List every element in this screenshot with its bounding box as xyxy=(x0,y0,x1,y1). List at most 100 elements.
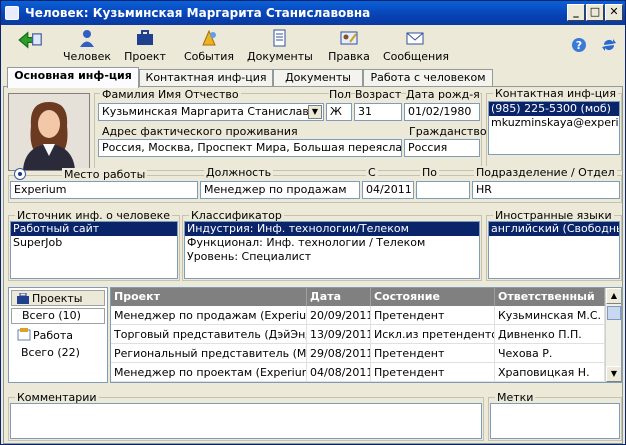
table-cell[interactable]: Претендент xyxy=(371,344,495,363)
tab-main-info[interactable]: Основная инф-ция xyxy=(7,67,139,88)
table-cell[interactable]: Претендент xyxy=(371,363,495,382)
citizenship-label: Гражданство xyxy=(409,125,487,138)
sex-label: Пол xyxy=(329,88,352,101)
contact-item[interactable]: mkuzminskaya@experium.ru xyxy=(489,116,619,130)
col-header-project[interactable]: Проект xyxy=(111,288,307,306)
scroll-thumb[interactable] xyxy=(607,306,621,320)
table-cell[interactable]: Искл.из претендентов xyxy=(371,325,495,344)
projects-table: Проект Дата Состояние Ответственный Мене… xyxy=(110,287,622,383)
from-field[interactable]: 04/2011 xyxy=(362,181,414,199)
table-cell[interactable]: 20/09/2011 xyxy=(307,306,371,325)
work-section[interactable]: Работа xyxy=(11,326,105,344)
contact-list[interactable]: (985) 225-5300 (моб) mkuzminskaya@experi… xyxy=(488,101,620,155)
from-label: С xyxy=(366,166,378,179)
toolbar-documents-label: Документы xyxy=(247,50,313,63)
table-cell[interactable]: Претендент xyxy=(371,306,495,325)
edit-card-icon xyxy=(340,31,358,45)
window: Человек: Кузьминская Маргарита Станислав… xyxy=(0,0,626,445)
toolbar-events-button[interactable]: События xyxy=(181,27,237,67)
classifier-item[interactable]: Индустрия: Инф. технологии/Телеком xyxy=(185,222,479,236)
toolbar-documents-button[interactable]: Документы xyxy=(247,27,313,67)
toolbar-project-label: Проект xyxy=(124,50,166,63)
scroll-down-button[interactable]: ▼ xyxy=(606,366,621,382)
toolbar-events-label: События xyxy=(183,50,235,63)
toolbar-messages-label: Сообщения xyxy=(383,50,450,63)
refresh-icon[interactable] xyxy=(601,37,617,53)
tab-work-with-person[interactable]: Работа с человеком xyxy=(363,69,493,87)
age-field[interactable]: 31 xyxy=(354,103,402,121)
address-label: Адрес фактического проживания xyxy=(102,125,298,138)
col-header-responsible[interactable]: Ответственный xyxy=(495,288,605,306)
toolbar: Человек Проект События Документы Правка … xyxy=(1,25,625,67)
classifier-item[interactable]: Функционал: Инф. технологии / Телеком xyxy=(185,236,479,250)
classifier-list[interactable]: Индустрия: Инф. технологии/Телеком Функц… xyxy=(184,221,480,279)
contact-item[interactable]: (985) 225-5300 (моб) xyxy=(489,102,619,116)
tab-documents[interactable]: Документы xyxy=(273,69,363,87)
tags-field[interactable] xyxy=(490,403,620,439)
primary-job-radio[interactable] xyxy=(14,168,26,180)
col-header-status[interactable]: Состояние xyxy=(371,288,495,306)
minimize-button[interactable]: _ xyxy=(567,4,585,21)
citizenship-field[interactable]: Россия xyxy=(404,139,480,157)
sex-field[interactable]: Ж xyxy=(326,103,352,121)
projects-total[interactable]: Всего (10) xyxy=(11,308,105,324)
workplace-field[interactable]: Experium xyxy=(10,181,198,199)
events-icon xyxy=(202,29,216,46)
table-cell[interactable]: Дивненко П.П. xyxy=(495,325,605,344)
tab-contact-info[interactable]: Контактная инф-ция xyxy=(139,69,273,87)
age-label: Возраст xyxy=(355,88,402,101)
table-cell[interactable]: Региональный представитель (Michelin) xyxy=(111,344,307,363)
source-list[interactable]: Работный сайт SuperJob xyxy=(10,221,178,279)
toolbar-edit-button[interactable]: Правка xyxy=(325,27,373,67)
source-item[interactable]: SuperJob xyxy=(11,236,177,250)
toolbar-edit-label: Правка xyxy=(328,50,370,63)
birth-label: Дата рожд-я xyxy=(406,88,480,101)
classifier-item[interactable]: Уровень: Специалист xyxy=(185,250,479,264)
col-header-date[interactable]: Дата xyxy=(307,288,371,306)
back-button[interactable] xyxy=(7,27,51,67)
work-total[interactable]: Всего (22) xyxy=(21,346,80,359)
dept-field[interactable]: HR xyxy=(472,181,620,199)
table-cell[interactable]: 29/08/2011 xyxy=(307,344,371,363)
position-field[interactable]: Менеджер по продажам xyxy=(200,181,360,199)
toolbar-person-button[interactable]: Человек xyxy=(61,27,113,67)
table-cell[interactable]: Кузьминская М.С. xyxy=(495,306,605,325)
toolbar-project-button[interactable]: Проект xyxy=(119,27,171,67)
svg-text:?: ? xyxy=(576,39,582,52)
language-item[interactable]: английский (Свободный) xyxy=(489,222,619,236)
fio-field[interactable]: Кузьминская Маргарита Станиславовна xyxy=(98,103,324,121)
projects-icon xyxy=(17,293,29,304)
work-label: Работа xyxy=(33,329,74,342)
table-cell[interactable]: 13/09/2011 xyxy=(307,325,371,344)
work-icon xyxy=(17,328,31,341)
comments-field[interactable] xyxy=(10,403,482,439)
table-cell[interactable]: Чехова Р. xyxy=(495,344,605,363)
table-cell[interactable]: Менеджер по продажам (Experium) xyxy=(111,306,307,325)
help-icon[interactable]: ? xyxy=(571,37,587,53)
back-arrow-icon xyxy=(18,31,42,49)
table-cell[interactable]: 04/08/2011 xyxy=(307,363,371,382)
projects-section[interactable]: Проекты xyxy=(11,290,105,306)
table-scrollbar[interactable]: ▲ ▼ xyxy=(605,288,621,382)
languages-list[interactable]: английский (Свободный) xyxy=(488,221,620,279)
photo-frame[interactable] xyxy=(8,93,90,171)
close-button[interactable]: ✕ xyxy=(605,4,623,21)
birth-field[interactable]: 01/02/1980 xyxy=(404,103,480,121)
to-label: По xyxy=(420,166,440,179)
address-field[interactable]: Россия, Москва, Проспект Мира, Большая п… xyxy=(98,139,402,157)
projects-label: Проекты xyxy=(32,292,83,305)
source-item[interactable]: Работный сайт xyxy=(11,222,177,236)
position-label: Должность xyxy=(204,166,274,179)
document-icon xyxy=(273,29,286,47)
fio-dropdown-button[interactable]: ▼ xyxy=(308,105,322,119)
title-bar: Человек: Кузьминская Маргарита Станислав… xyxy=(1,1,625,25)
toolbar-messages-button[interactable]: Сообщения xyxy=(383,27,450,67)
maximize-button[interactable]: □ xyxy=(586,4,604,21)
person-icon xyxy=(80,30,94,47)
fio-value: Кузьминская Маргарита Станиславовна xyxy=(102,105,324,118)
to-field[interactable] xyxy=(416,181,470,199)
scroll-up-button[interactable]: ▲ xyxy=(606,288,621,304)
table-cell[interactable]: Храповицкая Н. xyxy=(495,363,605,382)
table-cell[interactable]: Торговый представитель (ДэйЭндНайт) xyxy=(111,325,307,344)
table-cell[interactable]: Менеджер по проектам (Experium) xyxy=(111,363,307,382)
